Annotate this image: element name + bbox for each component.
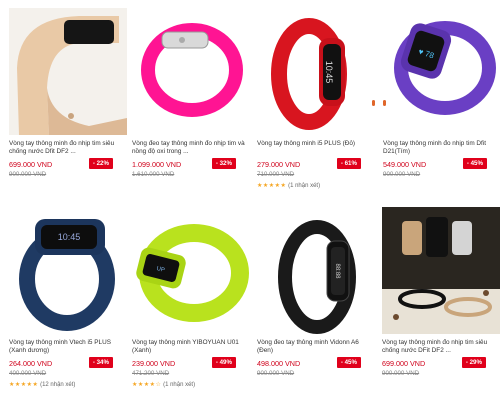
carousel-arrow-icon (372, 100, 375, 106)
product-title[interactable]: Vòng tay thông minh Vtech i5 PLUS (Xanh … (9, 339, 127, 355)
review-count[interactable]: (1 nhận xét) (163, 382, 195, 388)
svg-text:88:88: 88:88 (334, 263, 340, 279)
old-price: 900.000 VND (257, 370, 295, 377)
discount-badge: - 45% (336, 357, 361, 368)
discount-badge: - 61% (336, 158, 361, 169)
old-price: 471.200 VND (132, 370, 170, 377)
product-price: 699.000 VND (9, 160, 53, 169)
product-image[interactable]: 10:45 (9, 207, 127, 334)
rating: ★★★★★ (12 nhận xét) (9, 381, 75, 388)
carousel-arrow-icon (383, 100, 386, 106)
discount-badge: - 22% (88, 158, 113, 169)
product-image[interactable]: 10:45 (257, 8, 375, 135)
product-title[interactable]: Vòng đeo tay thông minh đo nhịp tim và n… (132, 140, 250, 156)
product-image[interactable] (132, 8, 250, 135)
old-price: 900.000 VND (383, 171, 421, 178)
product-card[interactable]: 88:88 Vòng đeo tay thông minh Vidonn A6 … (257, 207, 375, 402)
product-card[interactable]: ♥ 78 Vòng tay thông minh đo nhịp tim Dfi… (383, 8, 500, 188)
review-count[interactable]: (1 nhận xét) (288, 183, 320, 189)
product-image[interactable]: ♥ 78 (383, 8, 500, 135)
product-image[interactable]: 88:88 (257, 207, 375, 334)
product-title[interactable]: Vòng tay thông minh YIBOYUAN U01 (Xanh) (132, 339, 250, 355)
product-price: 549.000 VND (383, 160, 427, 169)
rating: ★★★★☆ (1 nhận xét) (132, 381, 195, 388)
product-title[interactable]: Vòng tay thông minh đo nhịp tim siêu chố… (9, 140, 127, 156)
old-price: 710.000 VND (257, 171, 295, 178)
product-title[interactable]: Vòng đeo tay thông minh Vidonn A6 (Đen) (257, 339, 375, 355)
product-title[interactable]: Vòng tay thông minh i5 PLUS (Đỏ) (257, 140, 375, 156)
review-count[interactable]: (12 nhận xét) (40, 382, 75, 388)
product-card[interactable]: Vòng đeo tay thông minh đo nhịp tim và n… (132, 8, 250, 188)
discount-badge: - 32% (211, 158, 236, 169)
old-price: 900.000 VND (382, 370, 420, 377)
old-price: 400.000 VND (9, 370, 47, 377)
product-price: 264.000 VND (9, 359, 53, 368)
product-price: 239.000 VND (132, 359, 176, 368)
product-price: 1.099.000 VND (132, 160, 182, 169)
rating-stars-icon: ★★★★★ (257, 183, 287, 189)
svg-text:10:45: 10:45 (324, 61, 334, 84)
product-card[interactable]: Vòng tay thông minh đo nhịp tim siêu chố… (9, 8, 127, 188)
discount-badge: - 29% (461, 357, 486, 368)
product-card[interactable]: 10:45 Vòng tay thông minh Vtech i5 PLUS … (9, 207, 127, 402)
rating: ★★★★★ (1 nhận xét) (257, 182, 320, 189)
rating-stars-icon: ★★★★☆ (132, 382, 162, 388)
product-price: 699.000 VND (382, 359, 426, 368)
old-price: 900.000 VND (9, 171, 47, 178)
product-card[interactable]: 10:45 Vòng tay thông minh i5 PLUS (Đỏ) 2… (257, 8, 375, 189)
svg-text:10:45: 10:45 (58, 232, 81, 242)
product-grid: Vòng tay thông minh đo nhịp tim siêu chố… (0, 0, 500, 407)
product-image[interactable] (9, 8, 127, 135)
product-price: 279.000 VND (257, 160, 301, 169)
product-card[interactable]: Vòng tay thông minh đo nhịp tim siêu chố… (382, 207, 500, 402)
discount-badge: - 45% (462, 158, 487, 169)
rating-stars-icon: ★★★★★ (9, 382, 39, 388)
discount-badge: - 34% (88, 357, 113, 368)
product-price: 498.000 VND (257, 359, 301, 368)
product-image[interactable] (382, 207, 500, 334)
product-card[interactable]: UP Vòng tay thông minh YIBOYUAN U01 (Xan… (132, 207, 250, 402)
old-price: 1.610.000 VND (132, 171, 175, 178)
discount-badge: - 49% (211, 357, 236, 368)
product-title[interactable]: Vòng tay thông minh đo nhịp tim Dfit D21… (383, 140, 500, 156)
product-image[interactable]: UP (132, 207, 250, 334)
product-title[interactable]: Vòng tay thông minh đo nhịp tim siêu chố… (382, 339, 500, 355)
